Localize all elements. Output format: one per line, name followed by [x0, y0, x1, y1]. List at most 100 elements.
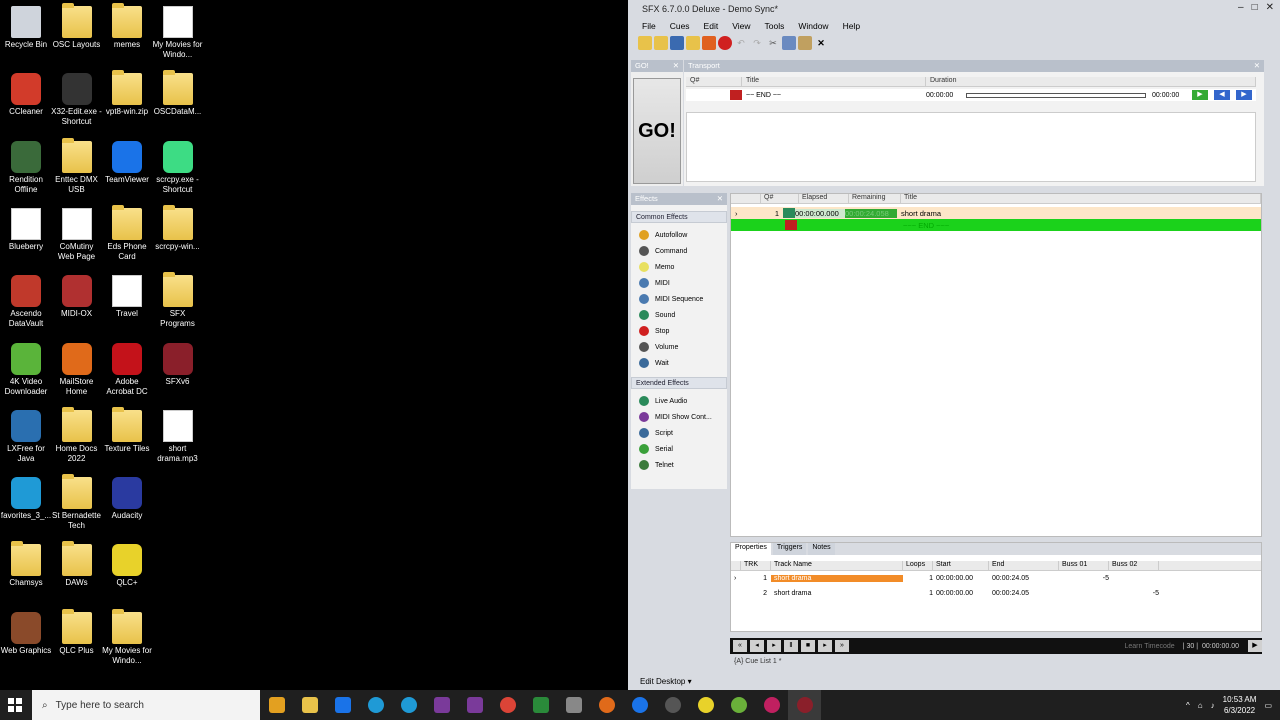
desktop-icon[interactable]: memes [101, 3, 153, 50]
desktop-icon[interactable]: St Bernadette Tech [51, 474, 103, 531]
menu-view[interactable]: View [732, 21, 750, 31]
network-icon[interactable]: ⌂ [1198, 701, 1203, 710]
copy-icon[interactable] [782, 36, 796, 50]
menu-file[interactable]: File [642, 21, 656, 31]
play-icon[interactable]: ▶ [1192, 90, 1208, 100]
menu-window[interactable]: Window [798, 21, 828, 31]
cue-row[interactable]: › 1 00:00:00.000 00:00:24.058 short dram… [731, 207, 1261, 219]
desktop-icon[interactable]: Adobe Acrobat DC [101, 342, 153, 397]
track-start[interactable]: 00:00:00.00 [933, 575, 989, 582]
desktop-icon[interactable]: Travel [101, 275, 153, 319]
desktop-icon[interactable]: X32-Edit.exe - Shortcut [51, 73, 103, 127]
effect-command[interactable]: Command [631, 243, 727, 259]
fast-forward-icon[interactable]: » [835, 640, 849, 652]
effect-autofollow[interactable]: Autofollow [631, 227, 727, 243]
open-icon[interactable] [654, 36, 668, 50]
tab-triggers[interactable]: Triggers [772, 543, 807, 555]
track-start[interactable]: 00:00:00.00 [933, 590, 989, 597]
track-end[interactable]: 00:00:24.05 [989, 575, 1059, 582]
track-name[interactable]: short drama [771, 590, 903, 597]
edit-desktop-button[interactable]: Edit Desktop [640, 677, 685, 686]
search-box[interactable]: ⌕ Type here to search [32, 690, 260, 720]
menu-cues[interactable]: Cues [670, 21, 690, 31]
desktop-icon[interactable]: DAWs [51, 541, 103, 588]
maximize-button[interactable]: □ [1252, 2, 1258, 13]
desktop-icon[interactable]: MIDI-OX [51, 275, 103, 319]
transport-row[interactable]: ~~ END ~~ 00:00:00 00:00:00 ▶ ◀ ▶ [686, 89, 1256, 101]
track-end[interactable]: 00:00:24.05 [989, 590, 1059, 597]
redo-icon[interactable]: ↷ [750, 36, 764, 50]
effect-sound[interactable]: Sound [631, 307, 727, 323]
menu-help[interactable]: Help [843, 21, 860, 31]
previous-icon[interactable]: ◂ [750, 640, 764, 652]
folder-icon[interactable] [686, 36, 700, 50]
pause-icon[interactable]: Ⅱ [784, 640, 798, 652]
desktop-icon[interactable]: CCleaner [0, 73, 52, 117]
transport-notes[interactable] [686, 112, 1256, 182]
track-buss-01[interactable]: -5 [1059, 575, 1109, 582]
play-icon[interactable]: ▶ [1248, 640, 1262, 652]
delete-icon[interactable]: ✕ [814, 36, 828, 50]
desktop-icon[interactable]: QLC+ [101, 544, 153, 588]
desktop-icon[interactable]: LXFree for Java [0, 409, 52, 464]
effect-serial[interactable]: Serial [631, 441, 727, 457]
desktop-icon[interactable]: vpt8-win.zip [101, 70, 153, 117]
desktop-icon[interactable]: Eds Phone Card [101, 204, 153, 262]
cue-list-tab[interactable]: {A} Cue List 1 * [734, 658, 781, 665]
chrome-icon[interactable] [491, 690, 524, 720]
chevron-up-icon[interactable]: ^ [1186, 701, 1190, 710]
effect-live-audio[interactable]: Live Audio [631, 393, 727, 409]
task-view-icon[interactable] [260, 690, 293, 720]
qlc-icon[interactable] [689, 690, 722, 720]
desktop-icon[interactable]: 4K Video Downloader [0, 342, 52, 397]
app-icon[interactable] [557, 690, 590, 720]
track-loops[interactable]: 1 [903, 590, 933, 597]
next-icon[interactable]: ▸ [818, 640, 832, 652]
desktop-icon[interactable]: Web Graphics [0, 611, 52, 656]
desktop-icon[interactable]: favorites_3_... [0, 477, 52, 521]
desktop-icon[interactable]: short drama.mp3 [152, 409, 204, 464]
learn-timecode[interactable]: Learn Timecode [1125, 643, 1175, 650]
desktop-icon[interactable]: Home Docs 2022 [51, 406, 103, 464]
desktop-icon[interactable]: MailStore Home [51, 342, 103, 397]
rewind-icon[interactable]: « [733, 640, 747, 652]
app-icon[interactable] [458, 690, 491, 720]
desktop-icon[interactable]: OSCDataM... [152, 70, 204, 117]
effect-script[interactable]: Script [631, 425, 727, 441]
track-loops[interactable]: 1 [903, 575, 933, 582]
app-icon[interactable] [425, 690, 458, 720]
next-icon[interactable]: ▶ [1236, 90, 1252, 100]
cue-row-end[interactable]: ~~~ END ~~~ [731, 219, 1261, 231]
close-button[interactable]: ✕ [1266, 2, 1274, 13]
desktop-icon[interactable]: My Movies for Windo... [152, 6, 204, 60]
prev-icon[interactable]: ◀ [1214, 90, 1230, 100]
tab-properties[interactable]: Properties [731, 543, 771, 555]
speaker-icon[interactable]: ♪ [1211, 701, 1215, 710]
desktop-icon[interactable]: scrcpy.exe - Shortcut [152, 140, 204, 195]
effect-memo[interactable]: Memo [631, 259, 727, 275]
close-icon[interactable]: ✕ [1254, 60, 1260, 72]
desktop-icon[interactable]: Blueberry [0, 207, 52, 252]
play-icon[interactable]: ▸ [767, 640, 781, 652]
effect-midi-sequence[interactable]: MIDI Sequence [631, 291, 727, 307]
app-icon[interactable] [590, 690, 623, 720]
menu-tools[interactable]: Tools [764, 21, 784, 31]
save-icon[interactable] [670, 36, 684, 50]
new-icon[interactable] [638, 36, 652, 50]
stop-icon[interactable]: ■ [801, 640, 815, 652]
effect-midi[interactable]: MIDI [631, 275, 727, 291]
desktop-icon[interactable]: Ascendo DataVault [0, 275, 52, 329]
effect-wait[interactable]: Wait [631, 355, 727, 371]
desktop-icon[interactable]: scrcpy-win... [152, 204, 204, 252]
edge-icon[interactable] [359, 690, 392, 720]
track-name[interactable]: short drama [771, 575, 903, 582]
file-explorer-icon[interactable] [293, 690, 326, 720]
effect-midi-show-cont[interactable]: MIDI Show Cont... [631, 409, 727, 425]
menu-edit[interactable]: Edit [704, 21, 719, 31]
close-icon[interactable]: ✕ [673, 60, 679, 72]
paste-icon[interactable] [798, 36, 812, 50]
desktop-icon[interactable]: SFX Programs [152, 272, 204, 329]
app-icon[interactable] [656, 690, 689, 720]
desktop-icon[interactable]: My Movies for Windo... [101, 608, 153, 666]
shield-icon[interactable] [524, 690, 557, 720]
